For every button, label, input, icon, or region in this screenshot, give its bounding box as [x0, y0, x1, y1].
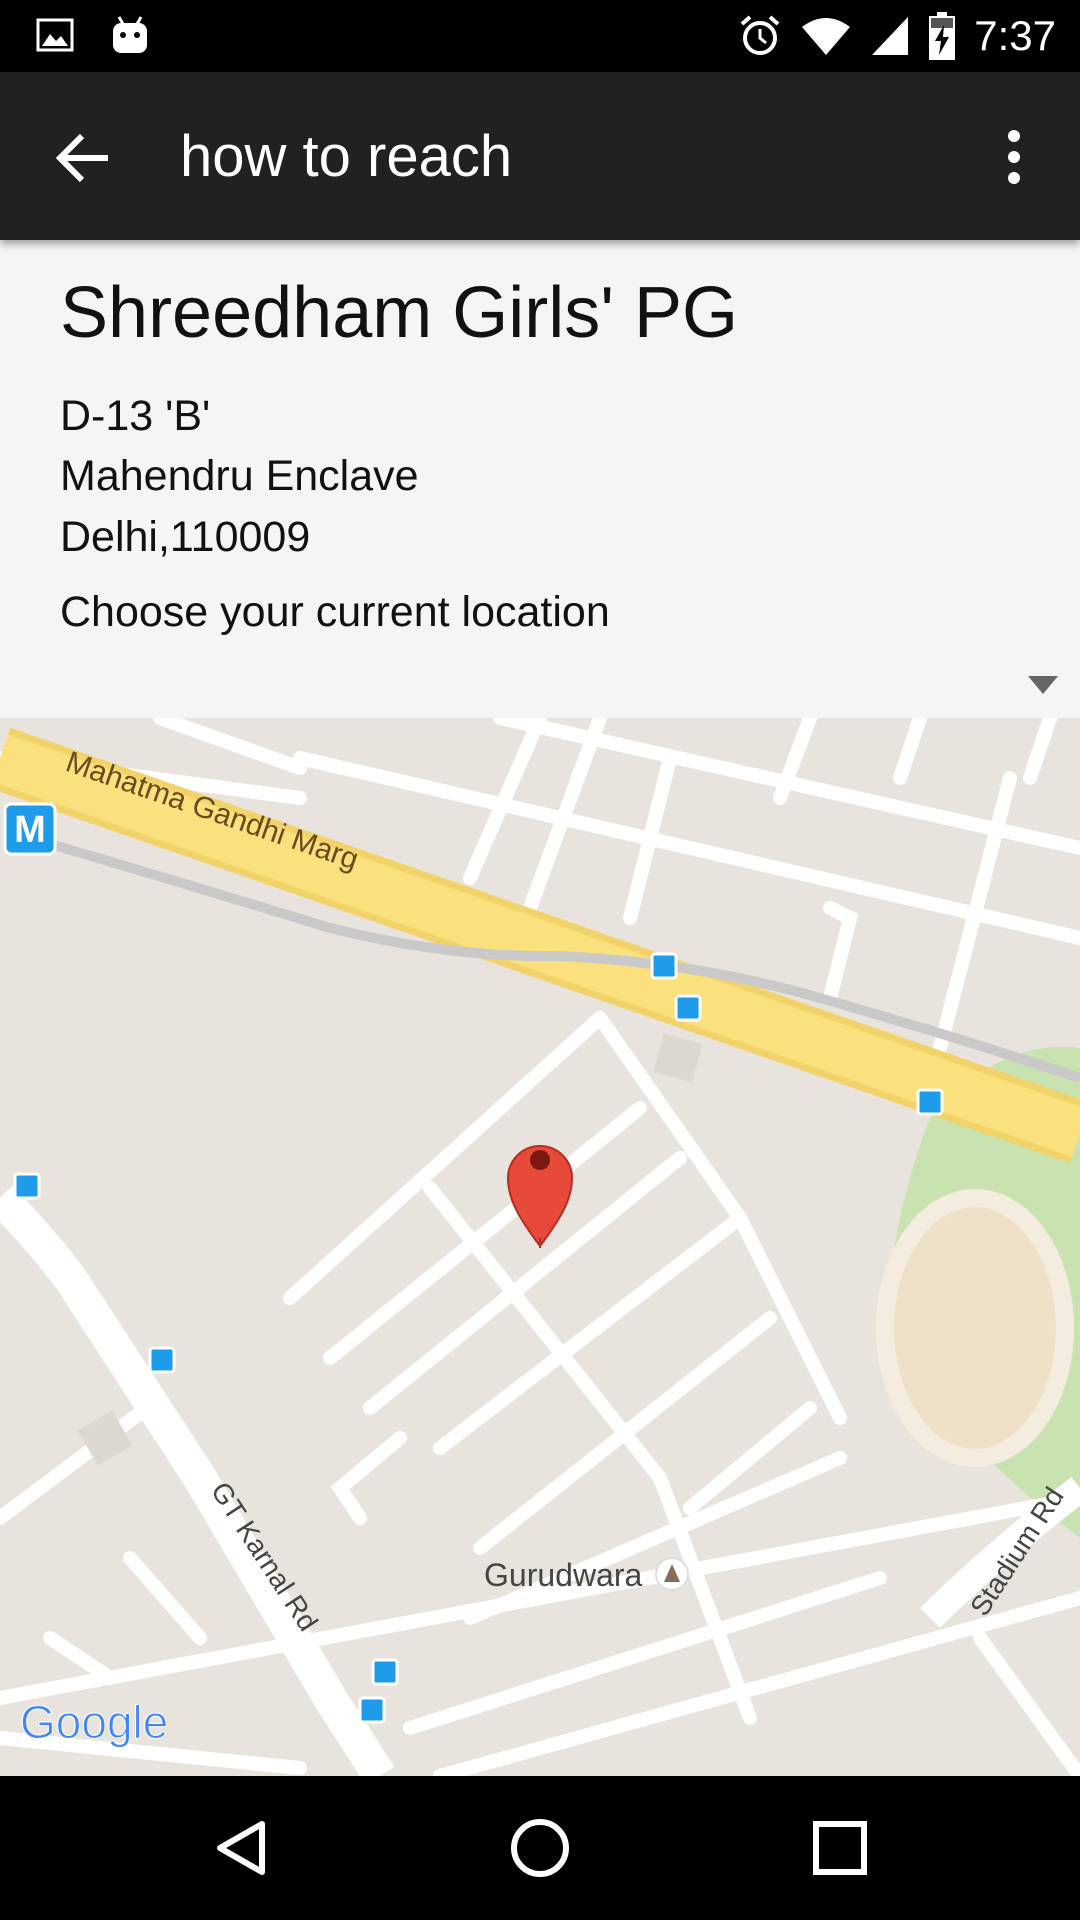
android-notification-icon — [113, 16, 147, 53]
system-status-icons: 7:37 — [738, 0, 1056, 72]
place-details: Shreedham Girls' PG D-13 'B' Mahendru En… — [0, 240, 1080, 718]
poi-gurudwara-label: Gurudwara — [484, 1557, 643, 1593]
battery-charging-icon — [929, 12, 956, 60]
back-nav-icon — [217, 1821, 265, 1875]
location-spinner-value: Choose your current location — [60, 588, 610, 636]
nav-back-button[interactable] — [200, 1806, 284, 1890]
more-vert-icon — [1008, 130, 1020, 184]
place-name: Shreedham Girls' PG — [60, 273, 738, 353]
address-line-1: D-13 'B' — [60, 392, 211, 440]
location-spinner[interactable]: Choose your current location — [0, 570, 1080, 710]
google-logo: Google — [20, 1696, 168, 1748]
wifi-icon — [802, 18, 851, 55]
stadium-track — [876, 1189, 1074, 1467]
home-nav-icon — [511, 1819, 569, 1877]
metro-station-label: M — [14, 809, 46, 851]
map-canvas: M Mahatma Gandhi Marg GT Karnal Rd Stadi… — [0, 718, 1080, 1776]
clock: 7:37 — [974, 12, 1056, 59]
status-bar: 7:37 — [0, 0, 1080, 72]
arrow-back-icon — [55, 133, 108, 183]
nav-recents-button[interactable] — [798, 1806, 882, 1890]
alarm-icon — [740, 15, 780, 55]
app-bar: how to reach — [0, 72, 1080, 240]
back-button[interactable] — [40, 116, 124, 200]
recents-nav-icon — [813, 1821, 867, 1875]
page-title: how to reach — [180, 124, 513, 189]
address-line-3: Delhi,110009 — [60, 513, 311, 561]
map-view[interactable]: M Mahatma Gandhi Marg GT Karnal Rd Stadi… — [0, 718, 1080, 1776]
address-line-2: Mahendru Enclave — [60, 452, 419, 500]
signal-icon — [872, 17, 909, 55]
image-notification-icon — [36, 18, 74, 52]
notification-icons — [36, 14, 150, 56]
overflow-menu-button[interactable] — [990, 116, 1038, 200]
nav-home-button[interactable] — [498, 1806, 582, 1890]
navigation-bar — [0, 1776, 1080, 1920]
dropdown-arrow-icon — [1028, 676, 1058, 694]
